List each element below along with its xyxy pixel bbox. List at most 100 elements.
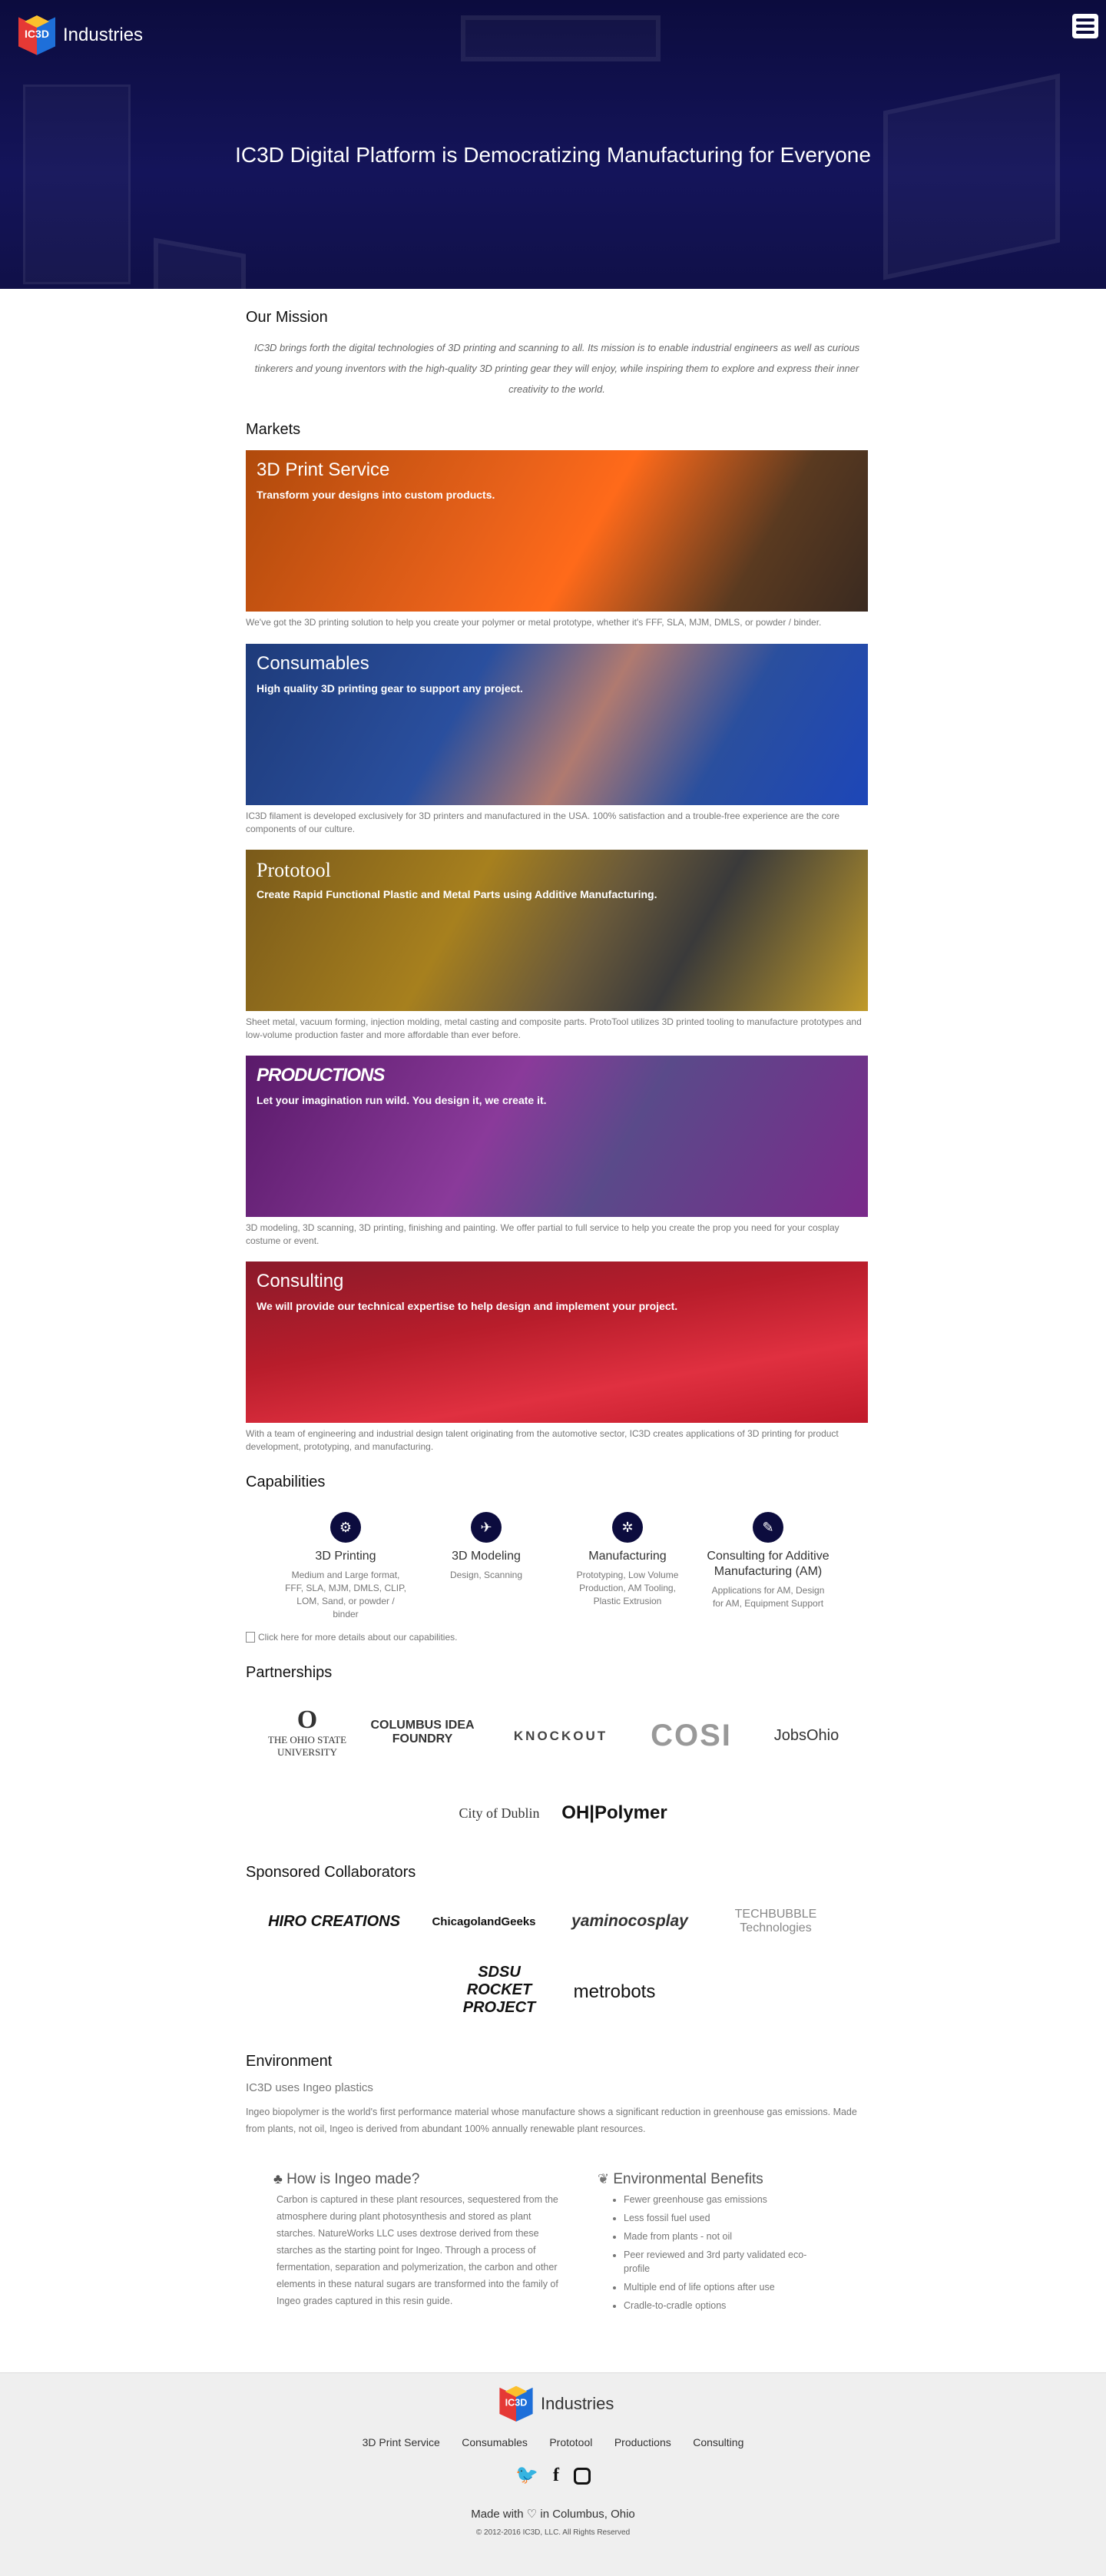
copyright: © 2012-2016 IC3D, LLC. All Rights Reserv… [475,2528,631,2537]
leaf-icon: ❦ [598,2171,610,2186]
capability-title: 3D Printing [315,1550,376,1563]
twitter-icon[interactable]: 🐦 [515,2465,538,2485]
market-title: 3D Print Service [257,459,390,480]
collaborator-logo-yaminocosplay[interactable]: yaminocosplay [561,1904,699,1939]
markets-title-wrap: Markets [246,421,868,439]
benefits-title: Environmental Benefits [613,2171,763,2187]
facebook-icon[interactable]: f [553,2465,559,2485]
how-ingeo-made: ♣ How is Ingeo made? Carbon is captured … [273,2171,565,2309]
footer-nav: 3D Print Service Consumables Prototool P… [0,2436,1106,2450]
market-title: PRODUCTIONS [257,1065,385,1086]
collaborator-logo-chicagoland-geeks[interactable]: ChicagolandGeeks [415,1904,553,1939]
hero-decoration [883,73,1060,280]
capabilities-title: Capabilities [246,1474,326,1490]
brand-text: Industries [63,25,144,45]
capability-3d-printing: ⚙ 3D Printing Medium and Large format, F… [284,1512,407,1621]
capability-desc: Design, Scanning [449,1570,523,1580]
collaborator-logo-techbubble[interactable]: TECHBUBBLE Technologies [707,1896,845,1947]
partner-logo-ohpolymer[interactable]: OH|Polymer [561,1790,667,1836]
social-links: 🐦 f [0,2464,1106,2486]
collaborators-title-wrap: Sponsored Collaborators [246,1864,868,1881]
partner-logo-columbus-idea-foundry[interactable]: COLUMBUS IDEA FOUNDRY [369,1706,476,1759]
footer-link-3d-print-service[interactable]: 3D Print Service [363,2436,440,2448]
partner-name: JobsOhio [773,1726,839,1744]
cube-logo-icon: IC3D [18,15,55,55]
mission-title: Our Mission [246,309,328,326]
partner-name: OH|Polymer [561,1802,667,1823]
hamburger-icon[interactable] [1072,14,1098,38]
gear-icon: ✲ [612,1512,643,1543]
ohio-state-o-icon: O [296,1706,318,1734]
market-description: IC3D filament is developed exclusively f… [246,811,840,834]
market-title: Consulting [257,1271,344,1291]
market-description: With a team of engineering and industria… [246,1428,839,1452]
environment-subtitle: IC3D uses Ingeo plastics [246,2081,373,2094]
market-title: Consumables [257,653,369,674]
environment-section: Environment IC3D uses Ingeo plastics Ing… [246,2053,868,2137]
logo-glyph: IC3D [505,2397,528,2409]
market-card-consulting[interactable]: Consulting We will provide our technical… [246,1261,868,1423]
instagram-icon[interactable] [573,2467,591,2485]
market-subtitle: Let your imagination run wild. You desig… [257,1094,547,1106]
tree-icon: ♣ [273,2171,283,2186]
made-with-suffix: in Columbus, Ohio [540,2508,635,2521]
partner-logo-city-of-dublin[interactable]: City of Dublin [445,1786,553,1840]
partner-logo-cosi[interactable]: COSI [637,1710,745,1761]
partnerships-title: Partnerships [246,1664,333,1681]
collaborator-logo-sdsu-rocket[interactable]: SDSU ROCKET PROJECT [449,1963,549,2017]
footer-logo[interactable]: IC3D Industries [498,2384,614,2424]
capability-title: 3D Modeling [452,1550,521,1563]
logo-glyph: IC3D [25,28,49,40]
benefit-item: Made from plants - not oil [624,2230,828,2243]
capability-desc: Medium and Large format, FFF, SLA, MJM, … [285,1570,406,1620]
benefit-item: Peer reviewed and 3rd party validated ec… [624,2248,828,2276]
market-description: 3D modeling, 3D scanning, 3D printing, f… [246,1222,839,1246]
site-logo[interactable]: IC3D Industries [18,15,143,55]
footer-link-consulting[interactable]: Consulting [693,2436,743,2448]
market-card-productions[interactable]: PRODUCTIONS Let your imagination run wil… [246,1056,868,1217]
partner-name: COLUMBUS IDEA FOUNDRY [370,1719,475,1746]
hero-decoration [154,237,246,289]
capability-desc: Applications for AM, Design for AM, Equi… [711,1585,825,1609]
how-title: How is Ingeo made? [286,2171,420,2187]
partner-name: THE OHIO STATE UNIVERSITY [267,1734,347,1758]
capability-manufacturing: ✲ Manufacturing Prototyping, Low Volume … [566,1512,689,1608]
made-with-line: Made with ♡ in Columbus, Ohio [0,2507,1106,2521]
market-subtitle: Transform your designs into custom produ… [257,489,495,501]
partner-logo-jobsohio[interactable]: JobsOhio [760,1718,853,1753]
markets-title: Markets [246,421,301,438]
partner-name: KNOCKOUT [513,1729,608,1743]
cube-icon: ✈ [471,1512,502,1543]
collaborator-logo-metrobots[interactable]: metrobots [561,1974,668,2010]
footer-link-prototool[interactable]: Prototool [549,2436,592,2448]
cube-logo-icon: IC3D [499,2385,533,2422]
benefit-item: Multiple end of life options after use [624,2280,828,2294]
capability-3d-modeling: ✈ 3D Modeling Design, Scanning [425,1512,548,1582]
capabilities-link[interactable]: Click here for more details about our ca… [246,1632,457,1643]
footer-link-consumables[interactable]: Consumables [462,2436,528,2448]
partner-logo-ohio-state[interactable]: O THE OHIO STATE UNIVERSITY [250,1698,365,1767]
partner-logo-knockout[interactable]: KNOCKOUT [492,1721,630,1752]
wrench-icon: ✎ [753,1512,783,1543]
market-subtitle: We will provide our technical expertise … [257,1300,678,1312]
mission-section: Our Mission IC3D brings forth the digita… [246,309,868,399]
footer-brand-text: Industries [541,2394,614,2413]
benefit-item: Fewer greenhouse gas emissions [624,2193,828,2206]
collaborator-logo-hiro-creations[interactable]: HIRO CREATIONS [261,1904,407,1939]
heart-icon: ♡ [526,2508,538,2521]
market-subtitle: Create Rapid Functional Plastic and Meta… [257,888,657,900]
market-card-3d-print-service[interactable]: 3D Print Service Transform your designs … [246,450,868,612]
partner-name: COSI [651,1718,732,1752]
footer-link-productions[interactable]: Productions [614,2436,671,2448]
market-card-consumables[interactable]: Consumables High quality 3D printing gea… [246,644,868,805]
capability-title: Manufacturing [588,1550,667,1563]
benefit-item: Less fossil fuel used [624,2211,828,2225]
market-card-prototool[interactable]: Prototool Create Rapid Functional Plasti… [246,850,868,1011]
hero-banner: IC3D Industries IC3D Digital Platform is… [0,0,1106,289]
environment-title: Environment [246,2053,333,2070]
partnerships-title-wrap: Partnerships [246,1664,868,1682]
collaborators-title: Sponsored Collaborators [246,1864,416,1881]
mission-text: IC3D brings forth the digital technologi… [253,342,860,395]
hero-title: IC3D Digital Platform is Democratizing M… [235,143,871,167]
collaborator-name: SDSU ROCKET PROJECT [462,1963,536,2016]
